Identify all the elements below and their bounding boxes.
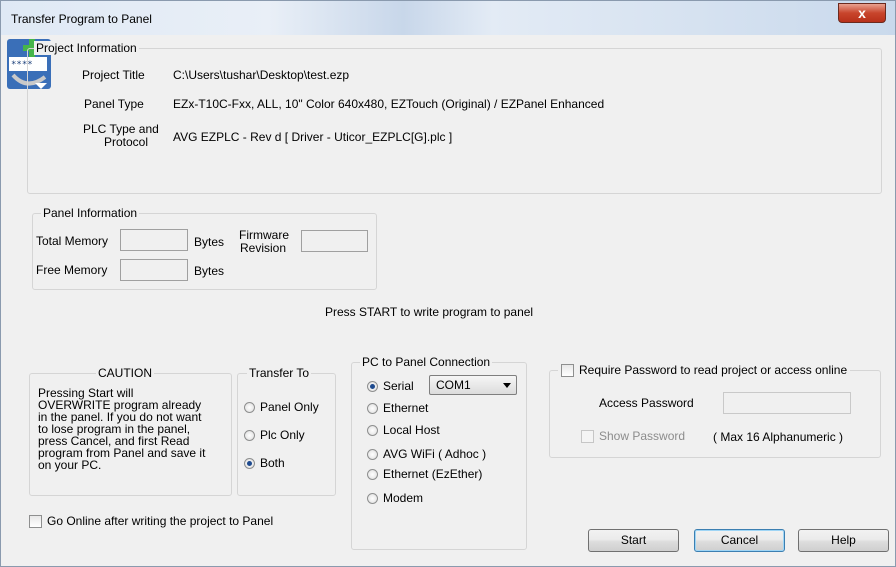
firmware-field: [301, 230, 368, 252]
checkbox-box[interactable]: [29, 514, 42, 528]
plc-type-label-line1: PLC Type and: [83, 122, 159, 136]
caution-text: Pressing Start will OVERWRITE program al…: [38, 387, 228, 471]
radio-label: Modem: [383, 491, 424, 505]
project-info-caption: Project Information: [34, 41, 139, 55]
total-memory-bytes-label: Bytes: [194, 235, 225, 249]
total-memory-field: [120, 229, 188, 251]
free-memory-bytes-label: Bytes: [194, 264, 225, 278]
radio-indicator[interactable]: [244, 401, 255, 413]
require-password-label: Require Password to read project or acce…: [579, 363, 848, 377]
com-port-value: COM1: [436, 378, 471, 392]
free-memory-field: [120, 259, 188, 281]
checkbox-box[interactable]: [581, 429, 594, 443]
radio-ethernet[interactable]: Ethernet: [367, 401, 428, 415]
checkbox-box[interactable]: [561, 363, 574, 377]
radio-serial[interactable]: Serial: [367, 379, 414, 393]
radio-ethernet-ezether[interactable]: Ethernet (EzEther): [367, 467, 482, 481]
transfer-dialog: Transfer Program to Panel x **** Project…: [0, 0, 896, 567]
radio-local-host[interactable]: Local Host: [367, 423, 440, 437]
show-password-checkbox[interactable]: Show Password: [581, 429, 685, 443]
transfer-to-caption: Transfer To: [247, 366, 312, 380]
help-button[interactable]: Help: [798, 529, 889, 552]
access-password-label: Access Password: [599, 396, 694, 410]
show-password-label: Show Password: [599, 429, 686, 443]
radio-label: Ethernet: [383, 401, 429, 415]
panel-type-value: EZx-T10C-Fxx, ALL, 10" Color 640x480, EZ…: [173, 97, 605, 111]
radio-label: Serial: [383, 379, 414, 393]
cancel-button[interactable]: Cancel: [694, 529, 785, 552]
radio-label: Local Host: [383, 423, 440, 437]
panel-type-label: Panel Type: [84, 97, 144, 111]
radio-panel-only[interactable]: Panel Only: [244, 400, 319, 414]
radio-label: Both: [260, 456, 285, 470]
go-online-label: Go Online after writing the project to P…: [47, 514, 274, 528]
chevron-down-icon[interactable]: [503, 383, 511, 388]
radio-indicator[interactable]: [367, 402, 378, 414]
require-password-checkbox[interactable]: Require Password to read project or acce…: [558, 363, 851, 377]
radio-indicator[interactable]: [244, 457, 255, 469]
total-memory-label: Total Memory: [36, 234, 109, 248]
project-title-label: Project Title: [82, 68, 145, 82]
access-password-input[interactable]: [723, 392, 851, 414]
radio-avg-wifi[interactable]: AVG WiFi ( Adhoc ): [367, 447, 486, 461]
window-title: Transfer Program to Panel: [11, 12, 152, 26]
radio-modem[interactable]: Modem: [367, 491, 423, 505]
radio-label: Ethernet (EzEther): [383, 467, 483, 481]
firmware-label-line2: Revision: [240, 241, 287, 255]
project-info-group: Project Information: [27, 41, 882, 194]
radio-plc-only[interactable]: Plc Only: [244, 428, 305, 442]
password-group: [549, 370, 881, 458]
caution-caption: CAUTION: [96, 366, 154, 380]
start-button[interactable]: Start: [588, 529, 679, 552]
close-button[interactable]: x: [838, 3, 886, 23]
radio-indicator[interactable]: [367, 424, 378, 436]
com-port-select[interactable]: COM1: [429, 375, 517, 395]
firmware-label-line1: Firmware: [239, 228, 289, 242]
plc-type-label-line2: Protocol: [104, 135, 149, 149]
plc-type-value: AVG EZPLC - Rev d [ Driver - Uticor_EZPL…: [173, 130, 453, 144]
title-bar[interactable]: Transfer Program to Panel x: [1, 1, 895, 35]
connection-caption: PC to Panel Connection: [360, 355, 493, 369]
radio-indicator[interactable]: [367, 380, 378, 392]
radio-label: Plc Only: [260, 428, 305, 442]
panel-info-caption: Panel Information: [41, 206, 140, 220]
radio-indicator[interactable]: [244, 429, 255, 441]
radio-indicator[interactable]: [367, 492, 378, 504]
caution-line: on your PC.: [38, 458, 102, 472]
radio-both[interactable]: Both: [244, 456, 285, 470]
free-memory-label: Free Memory: [36, 263, 108, 277]
password-hint: ( Max 16 Alphanumeric ): [713, 430, 844, 444]
go-online-checkbox[interactable]: Go Online after writing the project to P…: [29, 514, 273, 528]
radio-label: AVG WiFi ( Adhoc ): [383, 447, 487, 461]
project-title-value: C:\Users\tushar\Desktop\test.ezp: [173, 68, 350, 82]
radio-indicator[interactable]: [367, 448, 378, 460]
radio-label: Panel Only: [260, 400, 319, 414]
radio-indicator[interactable]: [367, 468, 378, 480]
instruction-text: Press START to write program to panel: [325, 305, 534, 319]
